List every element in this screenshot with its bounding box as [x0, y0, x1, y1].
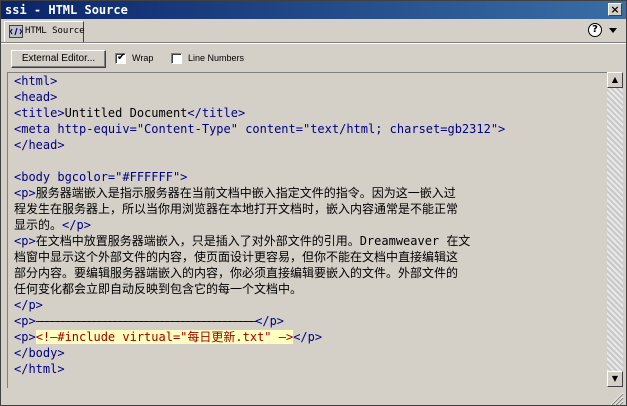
scroll-up-button[interactable]: ▲ [607, 72, 623, 88]
code-line: 显示的。</p> [14, 217, 91, 233]
code-line: </p> [14, 297, 43, 313]
code-line: <body bgcolor="#FFFFFF"> [14, 169, 187, 185]
window-title: ssi - HTML Source [5, 3, 128, 17]
code-tag: </p> [255, 314, 285, 328]
external-editor-button[interactable]: External Editor... [11, 50, 106, 68]
code-tag: <title> [14, 106, 65, 120]
code-line: <p>在文档中放置服务器端嵌入，只是插入了对外部文件的引用。Dreamweave… [14, 233, 470, 249]
code-tag: </body> [14, 346, 65, 360]
wrap-label: Wrap [132, 53, 154, 63]
code-tag: </p> [14, 298, 43, 312]
code-tag: </p> [293, 330, 323, 344]
code-line: 程发生在服务器上，所以当你用浏览器在本地打开文档时，嵌入内容通常是不能正常 [14, 201, 458, 217]
code-text: 显示的。 [14, 218, 63, 232]
code-tag: </head> [14, 138, 65, 152]
code-line: <p>—————————————————————————————————————… [14, 313, 284, 329]
html-source-icon [9, 25, 23, 38]
code-line: 部分内容。要编辑服务器端嵌入的内容，你必须直接编辑要嵌入的文件。外部文件的 [14, 265, 458, 281]
code-tag: <p> [14, 186, 36, 200]
help-icon[interactable]: ? [588, 23, 602, 37]
code-text: 服务器端嵌入是指示服务器在当前文档中嵌入指定文件的指令。因为这一嵌入过 [35, 186, 456, 200]
code-text: 程发生在服务器上，所以当你用浏览器在本地打开文档时，嵌入内容通常是不能正常 [14, 202, 459, 216]
code-line: <meta http-equiv="Content-Type" content=… [14, 121, 505, 137]
code-tag: <p> [14, 330, 36, 344]
code-text: 在文档中放置服务器端嵌入，只是插入了对外部文件的引用。Dreamweaver 在… [35, 234, 471, 248]
code-text: ————————————————————————————————————————… [35, 314, 257, 328]
code-tag: <head> [14, 90, 58, 104]
code-line: </html> [14, 361, 65, 377]
code-tag: <meta http-equiv="Content-Type" content=… [14, 122, 506, 136]
tab-label: HTML Source [25, 26, 85, 36]
line-numbers-label: Line Numbers [188, 53, 245, 63]
code-editor[interactable]: <html> <head> <title>Untitled Document</… [7, 72, 608, 388]
tab-html-source[interactable]: HTML Source [4, 21, 85, 42]
code-line: <p><!—#include virtual="每日更新.txt" —></p> [14, 329, 322, 345]
close-button[interactable]: × [608, 3, 622, 16]
code-line: <html> [14, 73, 57, 89]
title-bar[interactable]: ssi - HTML Source × [1, 1, 626, 19]
code-tag: </html> [14, 362, 65, 376]
code-line: </head> [14, 137, 65, 153]
resize-grip-icon[interactable] [607, 389, 624, 405]
tab-strip: HTML Source ? [1, 19, 626, 43]
ssi-include-directive[interactable]: <!—#include virtual="每日更新.txt" —> [35, 330, 294, 344]
horizontal-bar [1, 389, 607, 405]
scroll-track[interactable] [607, 88, 623, 371]
scroll-down-button[interactable]: ▼ [607, 371, 623, 387]
code-text: 任何变化都会立即自动反映到包含它的每一个文档中。 [14, 282, 303, 296]
code-tag: </p> [62, 218, 91, 232]
code-line: <head> [14, 89, 57, 105]
code-line: <title>Untitled Document</title> [14, 105, 245, 121]
source-toolbar: External Editor... ✔ Wrap Line Numbers [1, 43, 626, 72]
checkmark-icon: ✔ [117, 52, 126, 63]
code-text: 部分内容。要编辑服务器端嵌入的内容，你必须直接编辑要嵌入的文件。外部文件的 [14, 266, 459, 280]
line-numbers-checkbox[interactable] [171, 53, 182, 64]
code-line: 任何变化都会立即自动反映到包含它的每一个文档中。 [14, 281, 302, 297]
panel-options-icon[interactable] [606, 23, 620, 37]
code-tag: <body bgcolor="#FFFFFF"> [14, 170, 188, 184]
html-source-window: ssi - HTML Source × HTML Source ? Extern… [0, 0, 627, 406]
wrap-checkbox[interactable]: ✔ [115, 53, 126, 64]
code-line: </body> [14, 345, 65, 361]
code-tag: <p> [14, 314, 36, 328]
code-text: Untitled Document [64, 106, 188, 120]
code-tag: <p> [14, 234, 36, 248]
vertical-scrollbar[interactable]: ▲ ▼ [607, 72, 623, 387]
code-text: 档窗中显示这个外部文件的内容，使页面设计更容易，但你不能在文档中直接编辑这 [14, 250, 459, 264]
code-tag: <html> [14, 74, 58, 88]
code-line: <p>服务器端嵌入是指示服务器在当前文档中嵌入指定文件的指令。因为这一嵌入过 [14, 185, 456, 201]
code-line: 档窗中显示这个外部文件的内容，使页面设计更容易，但你不能在文档中直接编辑这 [14, 249, 458, 265]
code-tag: </title> [187, 106, 246, 120]
